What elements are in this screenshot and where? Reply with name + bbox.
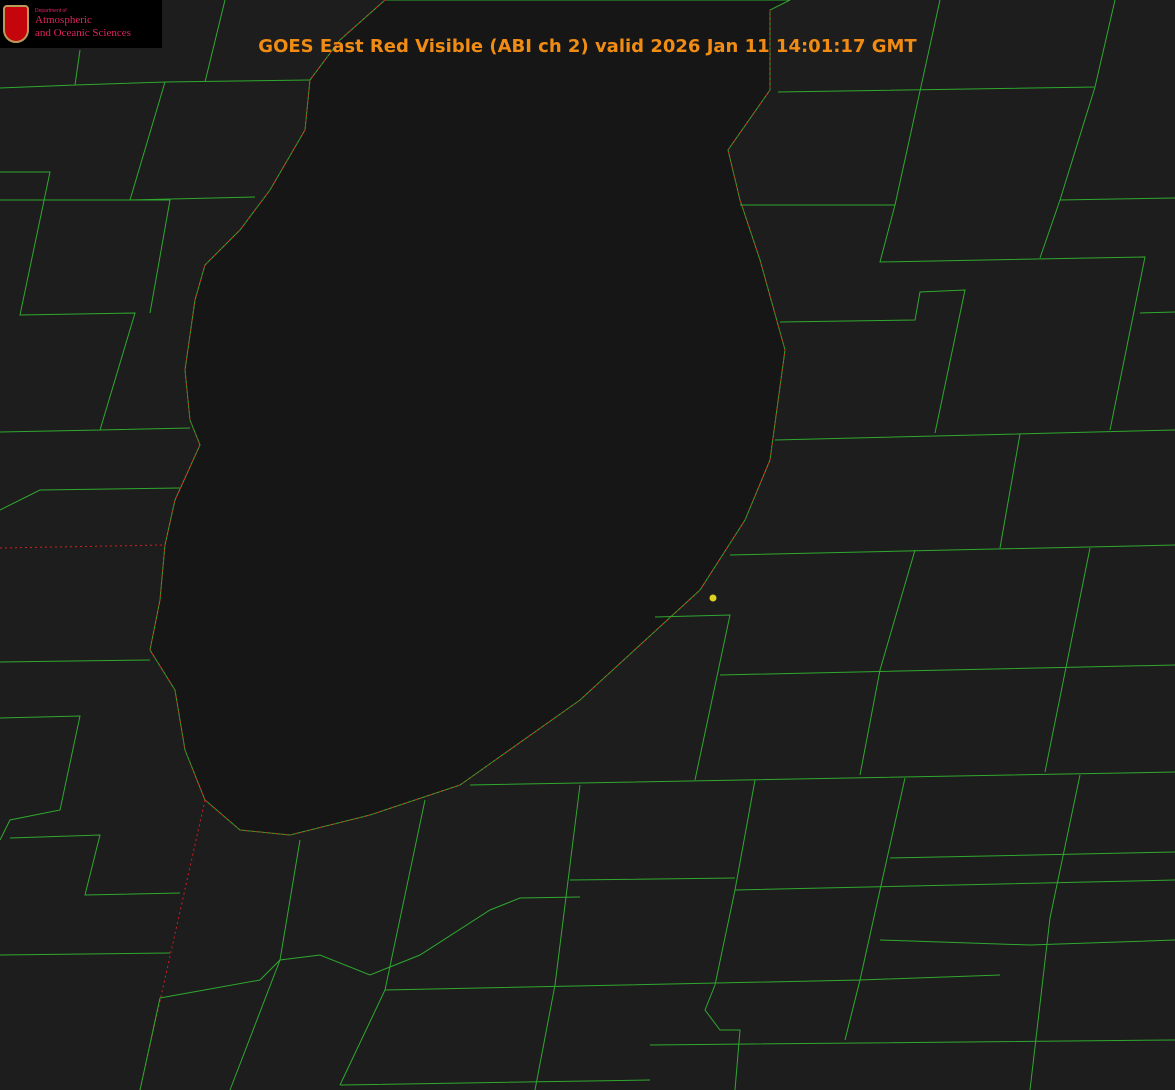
location-marker: [709, 594, 717, 602]
logo-line1: Atmospheric: [35, 14, 92, 26]
image-title: GOES East Red Visible (ABI ch 2) valid 2…: [258, 36, 917, 57]
map-layer: [0, 0, 1175, 1090]
satellite-map: Department of Atmospheric and Oceanic Sc…: [0, 0, 1175, 1090]
